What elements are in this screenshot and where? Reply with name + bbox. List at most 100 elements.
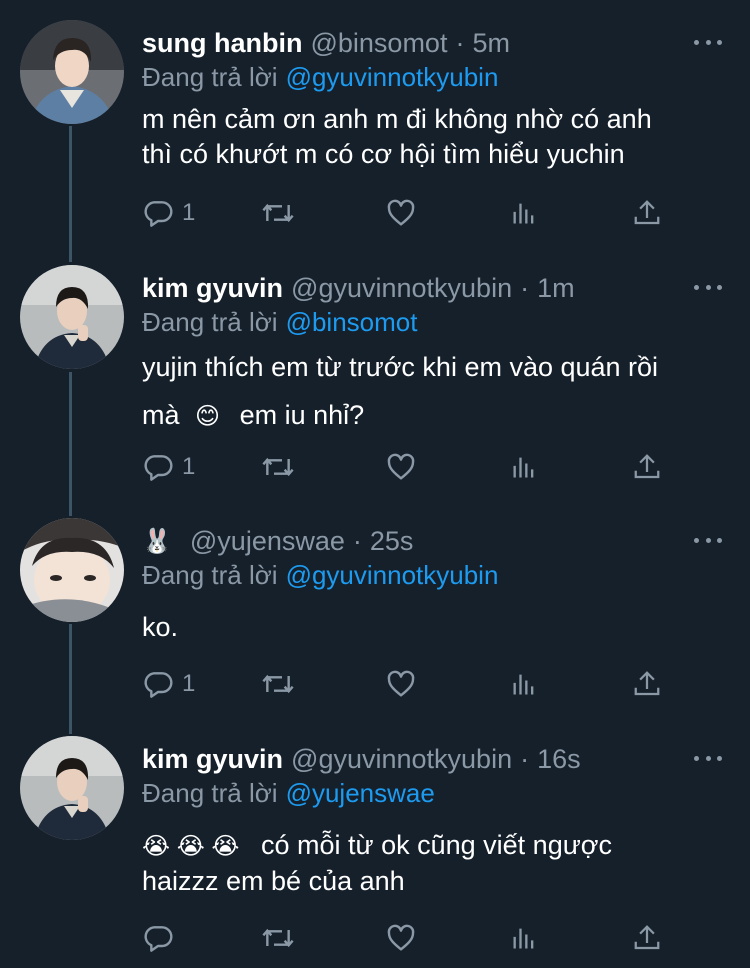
analytics-icon	[513, 203, 534, 224]
analytics-button[interactable]	[510, 918, 538, 958]
tweet-text: yujin thích em từ trước khi em vào quán …	[142, 343, 722, 441]
analytics-button[interactable]	[510, 447, 538, 487]
analytics-icon	[513, 674, 534, 695]
analytics-button[interactable]	[510, 193, 538, 233]
like-button[interactable]	[385, 193, 425, 233]
tweet-text: m nên cảm ơn anh m đi không nhờ có anh t…	[142, 102, 722, 172]
crying-emoji: 😭 😭 😭	[142, 833, 240, 860]
display-name[interactable]: kim gyuvin	[142, 273, 283, 304]
rabbit-emoji-display-name[interactable]: 🐰	[142, 527, 172, 556]
retweet-icon	[262, 674, 294, 694]
tweet-text-line: haizzz em bé của anh	[142, 866, 405, 896]
retweet-icon	[262, 457, 294, 477]
share-button[interactable]	[632, 193, 662, 233]
share-icon	[634, 671, 660, 696]
reply-icon	[144, 201, 173, 227]
replying-label: Đang trả lời	[142, 62, 278, 92]
avatar[interactable]	[20, 518, 124, 622]
tweet[interactable]: sung hanbin @binsomot · 5m Đang trả lời @…	[0, 20, 750, 250]
mention-link[interactable]: @gyuvinnotkyubin	[286, 560, 499, 590]
tweet-text-line: m nên cảm ơn anh m đi không nhờ có anh	[142, 104, 652, 134]
heart-icon	[387, 199, 415, 226]
retweet-icon	[262, 203, 294, 223]
replying-label: Đang trả lời	[142, 307, 278, 337]
avatar[interactable]	[20, 736, 124, 840]
display-name[interactable]: kim gyuvin	[142, 744, 283, 775]
share-button[interactable]	[632, 447, 662, 487]
separator-dot: ·	[520, 272, 530, 303]
action-bar	[142, 918, 682, 958]
user-handle[interactable]: @yujenswae	[190, 526, 345, 557]
display-name[interactable]: sung hanbin	[142, 28, 302, 59]
mention-link[interactable]: @yujenswae	[286, 778, 435, 808]
share-button[interactable]	[632, 664, 662, 704]
retweet-icon	[262, 928, 294, 948]
retweet-button[interactable]	[260, 664, 304, 704]
reply-button[interactable]: 1	[142, 664, 195, 704]
tweet-text-line: mà 😊 em iu nhỉ?	[142, 391, 722, 441]
reply-icon	[144, 455, 173, 481]
replying-to: Đang trả lời @binsomot	[142, 307, 417, 338]
action-bar: 1	[142, 447, 682, 487]
tweet-text: ko.	[142, 610, 722, 645]
tweet-text: 😭 😭 😭 có mỗi từ ok cũng viết ngược haizz…	[142, 828, 722, 899]
tweet-text-fragment: em iu nhỉ?	[239, 400, 365, 430]
timestamp[interactable]: 25s	[370, 526, 414, 557]
reply-count: 1	[182, 199, 196, 226]
like-button[interactable]	[385, 447, 425, 487]
tweet-header: sung hanbin @binsomot · 5m	[142, 26, 510, 60]
reply-button[interactable]	[142, 918, 182, 958]
tweet-text-fragment: có mỗi từ ok cũng viết ngược	[260, 830, 612, 860]
action-bar: 1	[142, 664, 682, 704]
heart-icon	[387, 670, 415, 697]
timestamp[interactable]: 16s	[537, 744, 581, 775]
retweet-button[interactable]	[260, 193, 304, 233]
reply-count: 1	[182, 670, 196, 697]
separator-dot: ·	[455, 27, 465, 58]
tweet-header: kim gyuvin @gyuvinnotkyubin · 1m	[142, 271, 575, 305]
heart-icon	[387, 924, 415, 951]
retweet-button[interactable]	[260, 918, 304, 958]
separator-dot: ·	[352, 525, 362, 556]
user-handle[interactable]: @gyuvinnotkyubin	[291, 273, 512, 304]
more-icon[interactable]	[694, 530, 722, 550]
timestamp[interactable]: 1m	[537, 273, 575, 304]
analytics-button[interactable]	[510, 664, 538, 704]
share-button[interactable]	[632, 918, 662, 958]
user-handle[interactable]: @gyuvinnotkyubin	[291, 744, 512, 775]
reply-button[interactable]: 1	[142, 447, 195, 487]
replying-to: Đang trả lời @yujenswae	[142, 778, 435, 809]
more-icon[interactable]	[694, 277, 722, 297]
timestamp[interactable]: 5m	[472, 28, 510, 59]
like-button[interactable]	[385, 918, 425, 958]
reply-button[interactable]: 1	[142, 193, 195, 233]
reply-count: 1	[182, 453, 196, 480]
like-button[interactable]	[385, 664, 425, 704]
tweet[interactable]: 🐰 @yujenswae · 25s Đang trả lời @gyuvinno…	[0, 518, 750, 718]
avatar[interactable]	[20, 20, 124, 124]
tweet[interactable]: kim gyuvin @gyuvinnotkyubin · 16s Đang t…	[0, 736, 750, 968]
share-icon	[634, 925, 660, 950]
tweet-header: kim gyuvin @gyuvinnotkyubin · 16s	[142, 742, 581, 776]
replying-to: Đang trả lời @gyuvinnotkyubin	[142, 62, 498, 93]
reply-icon	[144, 672, 173, 698]
retweet-button[interactable]	[260, 447, 304, 487]
heart-icon	[387, 453, 415, 480]
tweet[interactable]: kim gyuvin @gyuvinnotkyubin · 1m Đang tr…	[0, 265, 750, 505]
action-bar: 1	[142, 193, 682, 233]
analytics-icon	[513, 928, 534, 949]
more-icon[interactable]	[694, 748, 722, 768]
user-handle[interactable]: @binsomot	[310, 28, 447, 59]
tweet-text-line: ko.	[142, 612, 179, 642]
replying-to: Đang trả lời @gyuvinnotkyubin	[142, 560, 498, 591]
reply-icon	[144, 926, 173, 952]
mention-link[interactable]: @gyuvinnotkyubin	[286, 62, 499, 92]
avatar[interactable]	[20, 265, 124, 369]
mention-link[interactable]: @binsomot	[286, 307, 418, 337]
tweet-header: 🐰 @yujenswae · 25s	[142, 524, 413, 558]
more-icon[interactable]	[694, 32, 722, 52]
tweet-text-line: yujin thích em từ trước khi em vào quán …	[142, 352, 659, 382]
share-icon	[634, 454, 660, 479]
separator-dot: ·	[520, 743, 530, 774]
tweet-text-line: thì có khướt m có cơ hội tìm hiểu yuchin	[142, 139, 625, 169]
